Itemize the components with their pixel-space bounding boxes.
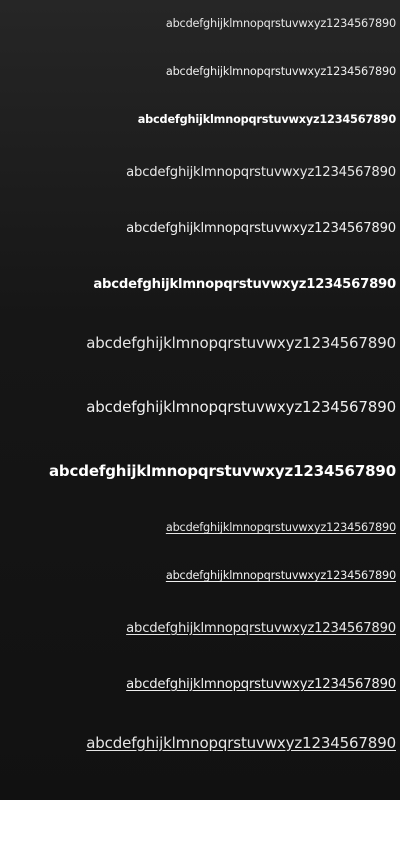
sample-large-regular: abcdefghijklmnopqrstuvwxyz1234567890 bbox=[86, 334, 396, 352]
sample-medium-underlined: abcdefghijklmnopqrstuvwxyz1234567890 bbox=[126, 621, 396, 636]
type-specimen-panel: abcdefghijklmnopqrstuvwxyz1234567890 abc… bbox=[0, 0, 400, 800]
sample-medium-bold: abcdefghijklmnopqrstuvwxyz1234567890 bbox=[93, 277, 396, 292]
sample-small-underlined: abcdefghijklmnopqrstuvwxyz1234567890 bbox=[165, 521, 396, 534]
sample-medium-medium-underlined: abcdefghijklmnopqrstuvwxyz1234567890 bbox=[126, 677, 396, 692]
sample-large-bold: abcdefghijklmnopqrstuvwxyz1234567890 bbox=[48, 462, 396, 480]
sample-small-bold: abcdefghijklmnopqrstuvwxyz1234567890 bbox=[137, 113, 396, 126]
sample-small-medium-underlined: abcdefghijklmnopqrstuvwxyz1234567890 bbox=[165, 569, 396, 582]
sample-small-regular: abcdefghijklmnopqrstuvwxyz1234567890 bbox=[165, 17, 396, 30]
sample-medium-medium: abcdefghijklmnopqrstuvwxyz1234567890 bbox=[126, 221, 396, 236]
sample-small-medium: abcdefghijklmnopqrstuvwxyz1234567890 bbox=[165, 65, 396, 78]
sample-medium-regular: abcdefghijklmnopqrstuvwxyz1234567890 bbox=[126, 165, 396, 180]
sample-large-underlined: abcdefghijklmnopqrstuvwxyz1234567890 bbox=[86, 734, 396, 752]
sample-large-medium: abcdefghijklmnopqrstuvwxyz1234567890 bbox=[86, 398, 396, 416]
